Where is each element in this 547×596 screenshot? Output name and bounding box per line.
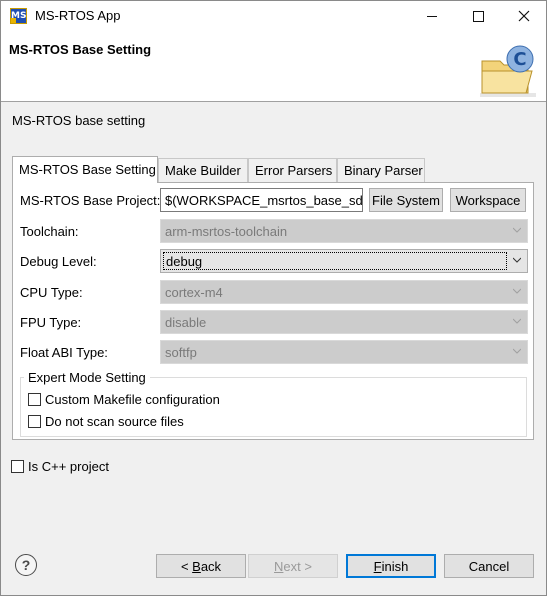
fpu-type-select[interactable]: disable [160,310,528,334]
custom-makefile-label: Custom Makefile configuration [45,392,220,407]
maximize-button[interactable] [455,1,501,31]
chevron-down-icon [513,227,521,233]
page-title: MS-RTOS Base Setting [9,42,152,57]
fpu-type-label: FPU Type: [20,315,82,330]
no-scan-checkbox[interactable] [28,415,41,428]
next-button[interactable]: Next > [248,554,338,578]
minimize-button[interactable] [409,1,455,31]
chevron-down-icon [513,348,521,354]
back-button[interactable]: < Back [156,554,246,578]
finish-rest: inish [381,558,409,574]
float-abi-label: Float ABI Type: [20,345,108,360]
next-mnemonic: N [274,558,284,574]
back-prefix: < [180,558,193,574]
float-abi-select[interactable]: softfp [160,340,528,364]
maximize-icon [472,10,484,22]
debug-level-select[interactable]: debug [160,249,528,273]
custom-makefile-option[interactable]: Custom Makefile configuration [28,392,220,407]
cpu-type-value: cortex-m4 [165,285,223,300]
cancel-button[interactable]: Cancel [444,554,534,578]
tab-binary-parser[interactable]: Binary Parser [337,158,425,182]
next-rest: ext > [283,558,312,574]
chevron-down-icon [513,288,521,294]
title-bar: MS MS-RTOS App [0,0,547,30]
back-rest: ack [200,558,222,574]
expert-mode-title: Expert Mode Setting [24,370,150,385]
help-icon[interactable]: ? [15,554,37,576]
no-scan-label: Do not scan source files [45,414,184,429]
base-project-field[interactable]: $(WORKSPACE_msrtos_base_sdk) [160,188,363,212]
close-icon [518,10,530,22]
debug-level-value: debug [166,254,203,269]
folder-c-icon: C [480,45,536,97]
page-description: MS-RTOS base setting [12,113,146,128]
back-mnemonic: B [192,558,201,574]
custom-makefile-checkbox[interactable] [28,393,41,406]
cpp-project-option[interactable]: Is C++ project [11,459,109,474]
tab-make-builder[interactable]: Make Builder [158,158,248,182]
finish-button[interactable]: Finish [346,554,436,578]
cpu-type-label: CPU Type: [20,285,83,300]
finish-mnemonic: F [373,558,382,574]
fpu-type-value: disable [165,315,207,330]
file-system-button[interactable]: File System [369,188,443,212]
minimize-icon [427,15,437,17]
svg-text:C: C [513,49,526,70]
chevron-down-icon [513,318,521,324]
toolchain-label: Toolchain: [20,224,79,239]
toolchain-value: arm-msrtos-toolchain [165,224,288,239]
debug-level-label: Debug Level: [20,254,97,269]
cpu-type-select[interactable]: cortex-m4 [160,280,528,304]
workspace-button[interactable]: Workspace [450,188,526,212]
chevron-down-icon [513,257,521,263]
base-project-label: MS-RTOS Base Project: [20,193,161,208]
tab-error-parsers[interactable]: Error Parsers [248,158,337,182]
tab-msrtos-base-setting[interactable]: MS-RTOS Base Setting [12,156,158,183]
app-icon-text: MS [11,11,27,21]
no-scan-option[interactable]: Do not scan source files [28,414,184,429]
cpp-project-label: Is C++ project [28,459,109,474]
toolchain-select[interactable]: arm-msrtos-toolchain [160,219,528,243]
wizard-header: MS-RTOS Base Setting C [0,30,547,102]
focus-rect [163,252,507,270]
cpp-project-checkbox[interactable] [11,460,24,473]
window-title: MS-RTOS App [35,8,121,23]
app-icon: MS [10,8,27,24]
close-button[interactable] [501,1,547,31]
float-abi-value: softfp [165,345,197,360]
